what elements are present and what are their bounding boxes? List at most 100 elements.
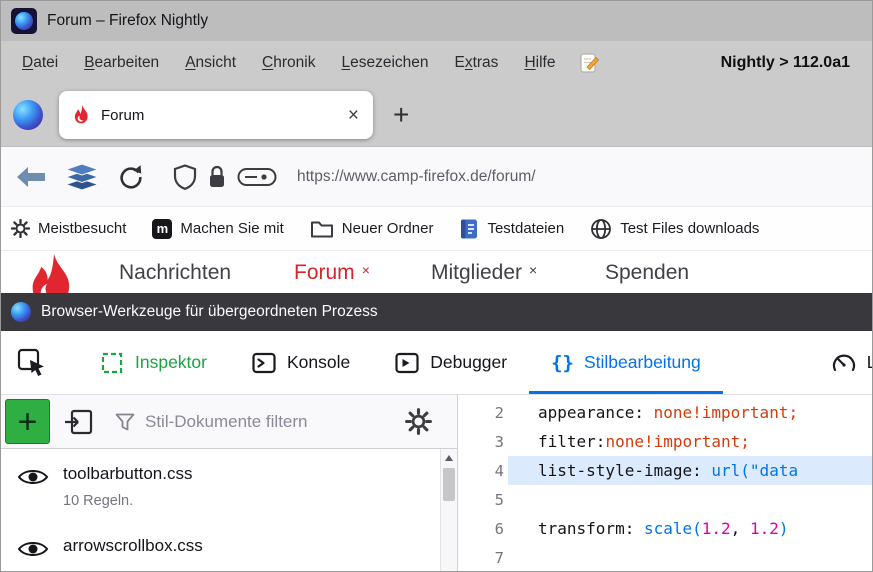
menu-item-bearbeiten[interactable]: Bearbeiten [71,48,172,78]
css-function: ) [779,519,789,538]
site-logo-link[interactable] [27,254,79,293]
page-nav-mitglieder[interactable]: Mitglieder× [431,261,537,285]
style-editor-options-button[interactable] [399,403,437,441]
code-line[interactable]: 7 [458,543,872,571]
layers-icon [63,163,101,191]
debugger-icon [394,350,420,376]
navigation-toolbar: https://www.camp-firefox.de/forum/ [1,147,872,207]
url-bar[interactable]: https://www.camp-firefox.de/forum/ [297,168,536,186]
menu-item-hilfe[interactable]: Hilfe [511,48,568,78]
style-editor-toolbar: + [1,395,457,449]
page-nav-nachrichten[interactable]: Nachrichten [119,261,238,285]
tab-bar: Forum × + [1,84,872,147]
line-number: 5 [458,491,508,509]
scroll-up-button[interactable] [441,449,457,466]
css-number: 1.2 [702,519,731,538]
menu-item-extras[interactable]: Extras [442,48,512,78]
stylesheet-item-arrowscrollbox[interactable]: arrowscrollbox.css [1,521,457,571]
menu-item-chronik[interactable]: Chronik [249,48,328,78]
stylesheet-rule-count: 10 Regeln. [63,493,192,509]
devtools-tabbar: Inspektor Konsole Debugger {} Stilbearbe… [1,331,872,395]
bookmarks-toolbar: Meistbesucht m Machen Sie mit Neuer Ordn… [1,207,872,251]
page-nav-forum[interactable]: Forum× [294,261,370,285]
menu-item-lesezeichen[interactable]: Lesezeichen [328,48,441,78]
devtools-banner: Browser-Werkzeuge für übergeordneten Pro… [1,293,872,331]
bookmark-meistbesucht[interactable]: Meistbesucht [11,219,126,238]
line-number: 7 [458,549,508,567]
bookmark-test-files-downloads[interactable]: Test Files downloads [590,218,759,240]
tab-title: Forum [101,107,338,124]
scrollbar-thumb[interactable] [443,468,455,501]
devtools-tab-konsole[interactable]: Konsole [229,331,372,394]
dropdown-indicator: × [529,262,537,278]
reload-button[interactable] [117,164,143,190]
picker-icon [17,348,47,378]
line-number: 2 [458,404,508,422]
visibility-toggle[interactable] [17,466,49,491]
css-property: transform: [538,519,644,538]
stylesheet-pane: + [1,395,458,571]
devtools-tab-inspektor[interactable]: Inspektor [77,331,229,394]
new-stylesheet-button[interactable]: + [5,399,50,444]
stylesheet-item-toolbarbutton[interactable]: toolbarbutton.css 10 Regeln. [1,449,457,521]
line-number: 6 [458,520,508,538]
menu-item-ansicht[interactable]: Ansicht [172,48,249,78]
menubar: Datei Bearbeiten Ansicht Chronik Lesezei… [1,41,872,84]
code-line[interactable]: 6 transform: scale(1.2, 1.2) [458,514,872,543]
nightly-version-label: Nightly > 112.0a1 [721,54,850,72]
line-number: 4 [458,462,508,480]
url-text: https://www.camp-firefox.de/forum/ [297,168,536,185]
code-line-highlighted[interactable]: 4 list-style-image: url("data [458,456,872,485]
firefox-view-button[interactable] [13,100,43,130]
code-line[interactable]: 3 filter:none!important; [458,427,872,456]
reload-icon [117,164,143,190]
menu-item-datei[interactable]: Datei [9,48,71,78]
shield-icon [173,164,197,190]
permissions-button[interactable] [237,166,277,188]
close-icon: × [348,105,359,126]
notepad-pencil-icon [578,52,600,74]
css-property: appearance: [538,403,654,422]
stylesheet-list: toolbarbutton.css 10 Regeln. arrowscroll… [1,449,457,571]
tab-close-button[interactable]: × [348,106,359,125]
node-picker-button[interactable] [11,348,53,378]
window-title: Forum – Firefox Nightly [47,12,208,30]
identity-lock-button[interactable] [207,164,227,190]
permissions-icon [237,166,277,188]
dropdown-indicator: × [362,262,370,278]
page-nav-spenden[interactable]: Spenden [605,261,696,285]
globe-icon [590,218,612,240]
visibility-toggle[interactable] [17,538,49,563]
back-button[interactable] [15,165,47,189]
braces-icon: {} [551,352,574,374]
devtools-tab-laufzeitanalyse[interactable]: Lauf [809,331,872,394]
css-url-value: url("data [711,461,798,480]
css-number: 1.2 [750,519,779,538]
list-scrollbar[interactable] [440,449,457,571]
tab-stack-button[interactable] [63,163,101,191]
code-editor[interactable]: 2 appearance: none!important; 3 filter:n… [458,395,872,571]
bookmark-machen-sie-mit[interactable]: m Machen Sie mit [152,219,283,239]
filter-stylesheets-input[interactable] [145,412,360,432]
import-stylesheet-button[interactable] [60,403,98,441]
plus-icon: + [393,99,409,130]
page-content: Nachrichten Forum× Mitglieder× Spenden [1,251,872,293]
nightly-logo-icon [11,302,31,322]
browser-tab-forum[interactable]: Forum × [59,91,373,139]
eye-icon [17,466,49,488]
css-property: filter: [538,432,605,451]
flame-logo-icon [27,254,79,293]
bookmark-testdateien[interactable]: Testdateien [459,218,564,240]
new-tab-button[interactable]: + [393,101,409,129]
code-line[interactable]: 2 appearance: none!important; [458,398,872,427]
bookmark-neuer-ordner[interactable]: Neuer Ordner [310,219,434,239]
filter-funnel-icon [114,411,136,433]
code-line[interactable]: 5 [458,485,872,514]
notes-extension-button[interactable] [578,52,600,74]
devtools-tab-stilbearbeitung[interactable]: {} Stilbearbeitung [529,331,723,394]
flame-favicon [73,105,91,126]
devtools-tab-debugger[interactable]: Debugger [372,331,529,394]
journal-icon [459,218,479,240]
nightly-logo-icon [15,12,33,30]
tracking-protection-button[interactable] [173,164,197,190]
